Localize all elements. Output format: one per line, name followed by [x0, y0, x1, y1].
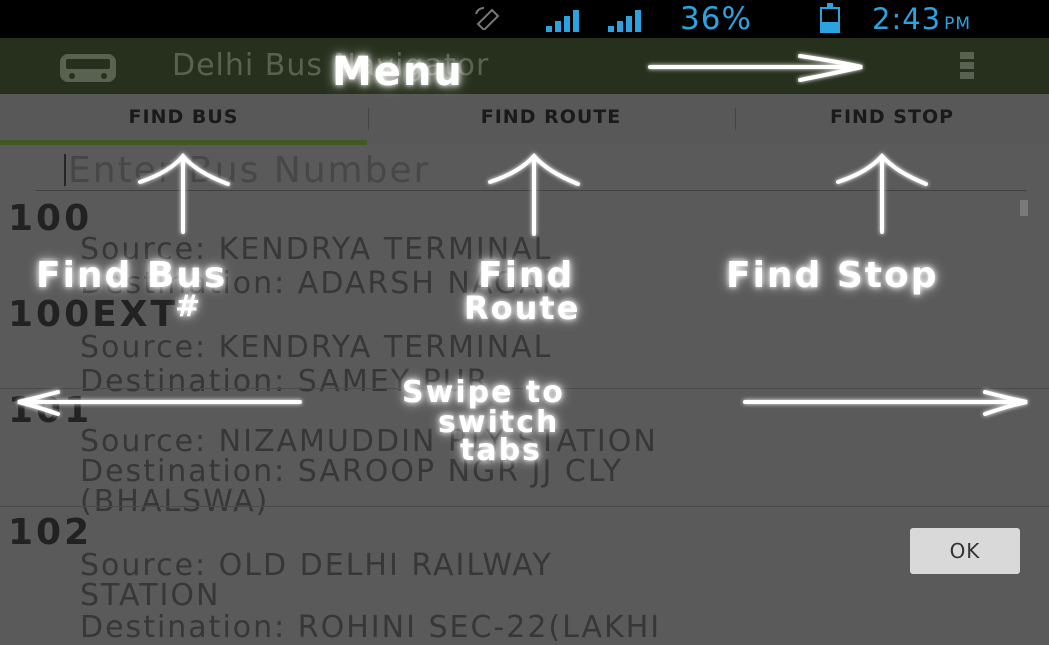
tab-find-bus[interactable]: FIND BUS [0, 94, 367, 144]
ok-button[interactable]: OK [910, 528, 1020, 574]
overflow-menu-icon[interactable] [960, 52, 976, 82]
swipe-right-arrow [743, 390, 1028, 416]
clock: 2:43 PM [872, 0, 971, 43]
bus-number: 100EXT [8, 294, 179, 335]
bus-icon[interactable] [58, 52, 118, 84]
text-cursor [64, 154, 66, 186]
tab-label: FIND STOP [829, 106, 955, 128]
scrollbar[interactable] [1020, 200, 1028, 216]
status-bar: 36% 2:43 PM [0, 0, 1049, 38]
tab-find-stop[interactable]: FIND STOP [735, 94, 1049, 144]
battery-icon [820, 3, 840, 33]
menu-label: Menu [332, 49, 464, 95]
find-route-label-2: Route [464, 289, 581, 327]
search-box [36, 148, 1026, 192]
tab-indicator [0, 140, 367, 145]
swipe-label-3: tabs [460, 433, 542, 468]
input-underline [36, 190, 1026, 191]
clock-ampm: PM [944, 14, 972, 34]
bus-source: Source: KENDRYA TERMINAL [80, 330, 553, 365]
screen-rotation-icon [474, 6, 502, 32]
find-stop-label: Find Stop [726, 255, 939, 296]
signal-icon [608, 10, 648, 32]
bus-destination-cont: (BHALSWA) [80, 484, 270, 519]
bus-number: 102 [8, 512, 93, 553]
tab-label: FIND BUS [128, 106, 239, 128]
battery-percent: 36% [680, 1, 752, 37]
signal-icon [546, 10, 586, 32]
tab-label: FIND ROUTE [480, 106, 622, 128]
clock-time: 2:43 [872, 2, 942, 36]
bus-destination: Destination: ROHINI SEC-22(LAKHI [80, 610, 662, 645]
tab-bar: FIND BUS FIND ROUTE FIND STOP [0, 94, 1049, 144]
find-bus-hash: # [175, 289, 203, 324]
bus-source-cont: STATION [80, 578, 221, 613]
action-bar: Delhi Bus Navigator [0, 38, 1049, 94]
tab-find-route[interactable]: FIND ROUTE [368, 94, 734, 144]
divider [0, 506, 1049, 507]
bus-number-input[interactable] [68, 148, 1008, 192]
